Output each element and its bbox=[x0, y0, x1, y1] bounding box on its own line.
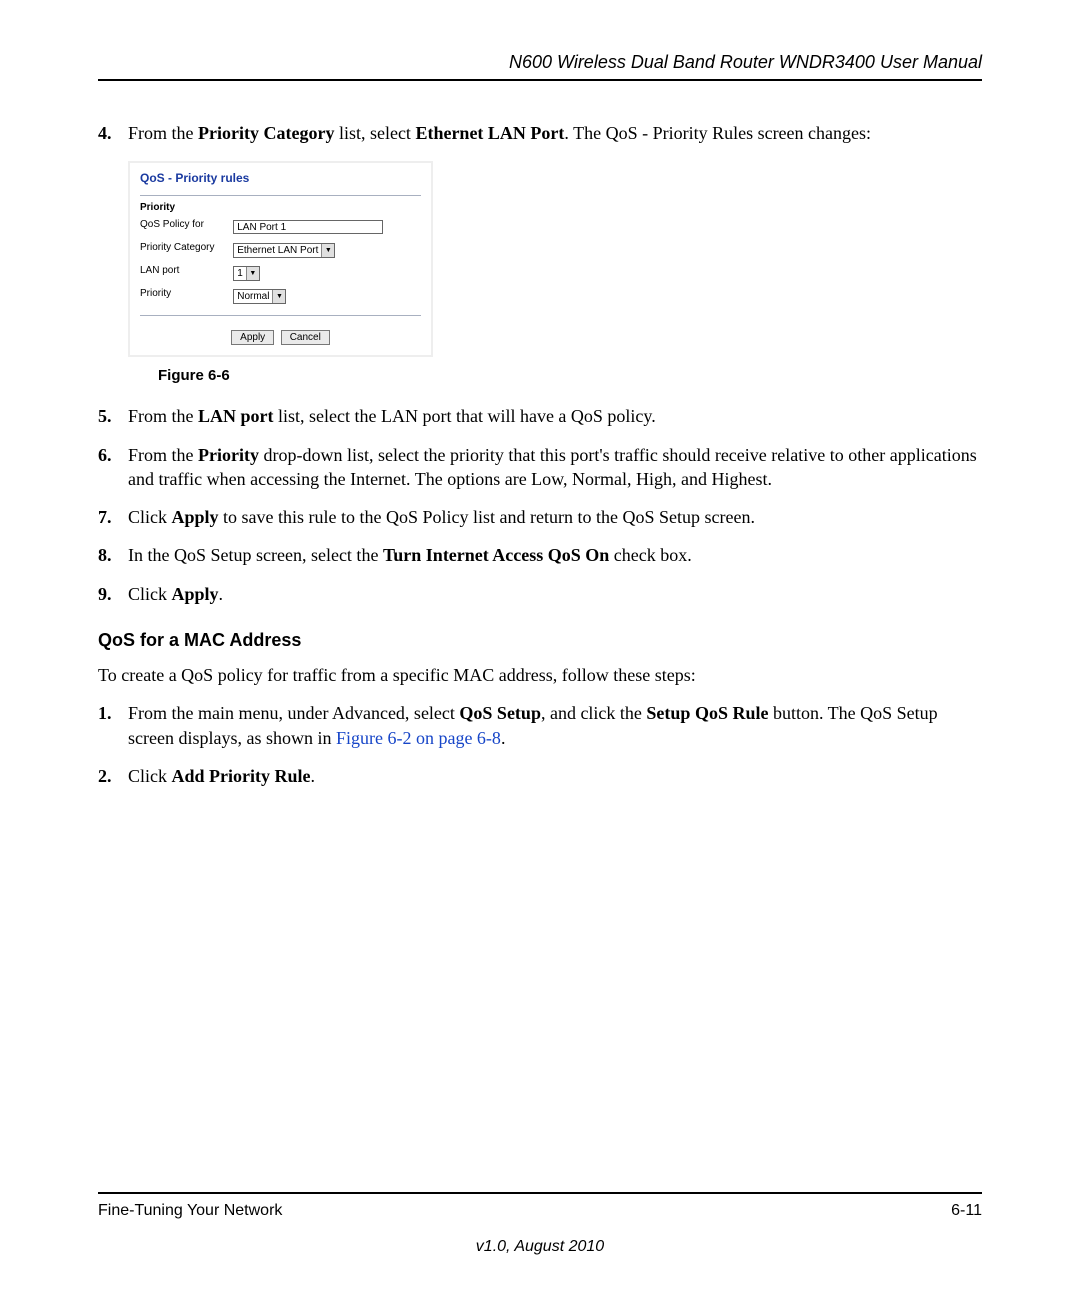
step-number: 5. bbox=[98, 404, 112, 428]
priority-label: Priority bbox=[140, 282, 233, 305]
qos-policy-for-label: QoS Policy for bbox=[140, 213, 233, 236]
step-text: From the main menu, under Advanced, sele… bbox=[128, 703, 938, 747]
chevron-down-icon: ▼ bbox=[321, 244, 334, 257]
page-header: N600 Wireless Dual Band Router WNDR3400 … bbox=[98, 52, 982, 79]
priority-category-label: Priority Category bbox=[140, 236, 233, 259]
list-item: 2. Click Add Priority Rule. bbox=[98, 764, 982, 788]
apply-button[interactable]: Apply bbox=[231, 330, 274, 345]
priority-category-select[interactable]: Ethernet LAN Port ▼ bbox=[233, 243, 335, 258]
panel-button-bar: Apply Cancel bbox=[140, 324, 421, 345]
priority-fields-table: QoS Policy for LAN Port 1 Priority Categ… bbox=[140, 213, 421, 305]
step-text: Click Apply to save this rule to the QoS… bbox=[128, 507, 755, 527]
step-list-a: 4. From the Priority Category list, selec… bbox=[98, 121, 982, 145]
list-item: 5. From the LAN port list, select the LAN… bbox=[98, 404, 982, 428]
figure-6-6: QoS - Priority rules Priority QoS Policy… bbox=[128, 161, 982, 384]
list-item: 7. Click Apply to save this rule to the Q… bbox=[98, 505, 982, 529]
step-text: Click Add Priority Rule. bbox=[128, 766, 315, 786]
step-number: 6. bbox=[98, 443, 112, 467]
step-text: From the Priority drop-down list, select… bbox=[128, 445, 977, 489]
panel-divider bbox=[140, 195, 421, 196]
step-number: 4. bbox=[98, 121, 112, 145]
main-content: 4. From the Priority Category list, selec… bbox=[98, 81, 982, 788]
figure-caption: Figure 6-6 bbox=[158, 367, 982, 384]
step-text: From the LAN port list, select the LAN p… bbox=[128, 406, 656, 426]
list-item: 9. Click Apply. bbox=[98, 582, 982, 606]
footer-right: 6-11 bbox=[951, 1202, 982, 1220]
panel-title: QoS - Priority rules bbox=[140, 171, 421, 185]
step-number: 2. bbox=[98, 764, 112, 788]
qos-panel: QoS - Priority rules Priority QoS Policy… bbox=[128, 161, 433, 357]
footer-left: Fine-Tuning Your Network bbox=[98, 1202, 282, 1220]
step-text: In the QoS Setup screen, select the Turn… bbox=[128, 545, 692, 565]
priority-section-label: Priority bbox=[140, 202, 421, 213]
list-item: 4. From the Priority Category list, selec… bbox=[98, 121, 982, 145]
footer-version: v1.0, August 2010 bbox=[98, 1238, 982, 1256]
panel-divider-bottom bbox=[140, 315, 421, 316]
priority-select[interactable]: Normal ▼ bbox=[233, 289, 286, 304]
cancel-button[interactable]: Cancel bbox=[281, 330, 330, 345]
step-list-b: 5. From the LAN port list, select the LAN… bbox=[98, 404, 982, 606]
chevron-down-icon: ▼ bbox=[272, 290, 285, 303]
qos-policy-for-field[interactable]: LAN Port 1 bbox=[233, 220, 383, 234]
section-intro: To create a QoS policy for traffic from … bbox=[98, 663, 982, 687]
chevron-down-icon: ▼ bbox=[246, 267, 259, 280]
list-item: 8. In the QoS Setup screen, select the Tu… bbox=[98, 543, 982, 567]
step-number: 8. bbox=[98, 543, 112, 567]
list-item: 6. From the Priority drop-down list, sele… bbox=[98, 443, 982, 492]
step-number: 1. bbox=[98, 701, 112, 725]
lan-port-select[interactable]: 1 ▼ bbox=[233, 266, 260, 281]
step-number: 7. bbox=[98, 505, 112, 529]
lan-port-label: LAN port bbox=[140, 259, 233, 282]
section-heading-qos-mac: QoS for a MAC Address bbox=[98, 630, 982, 651]
list-item: 1. From the main menu, under Advanced, se… bbox=[98, 701, 982, 750]
page-footer: Fine-Tuning Your Network 6-11 v1.0, Augu… bbox=[98, 1192, 982, 1256]
step-text: Click Apply. bbox=[128, 584, 223, 604]
step-list-c: 1. From the main menu, under Advanced, se… bbox=[98, 701, 982, 788]
step-text: From the Priority Category list, select … bbox=[128, 123, 871, 143]
step-number: 9. bbox=[98, 582, 112, 606]
